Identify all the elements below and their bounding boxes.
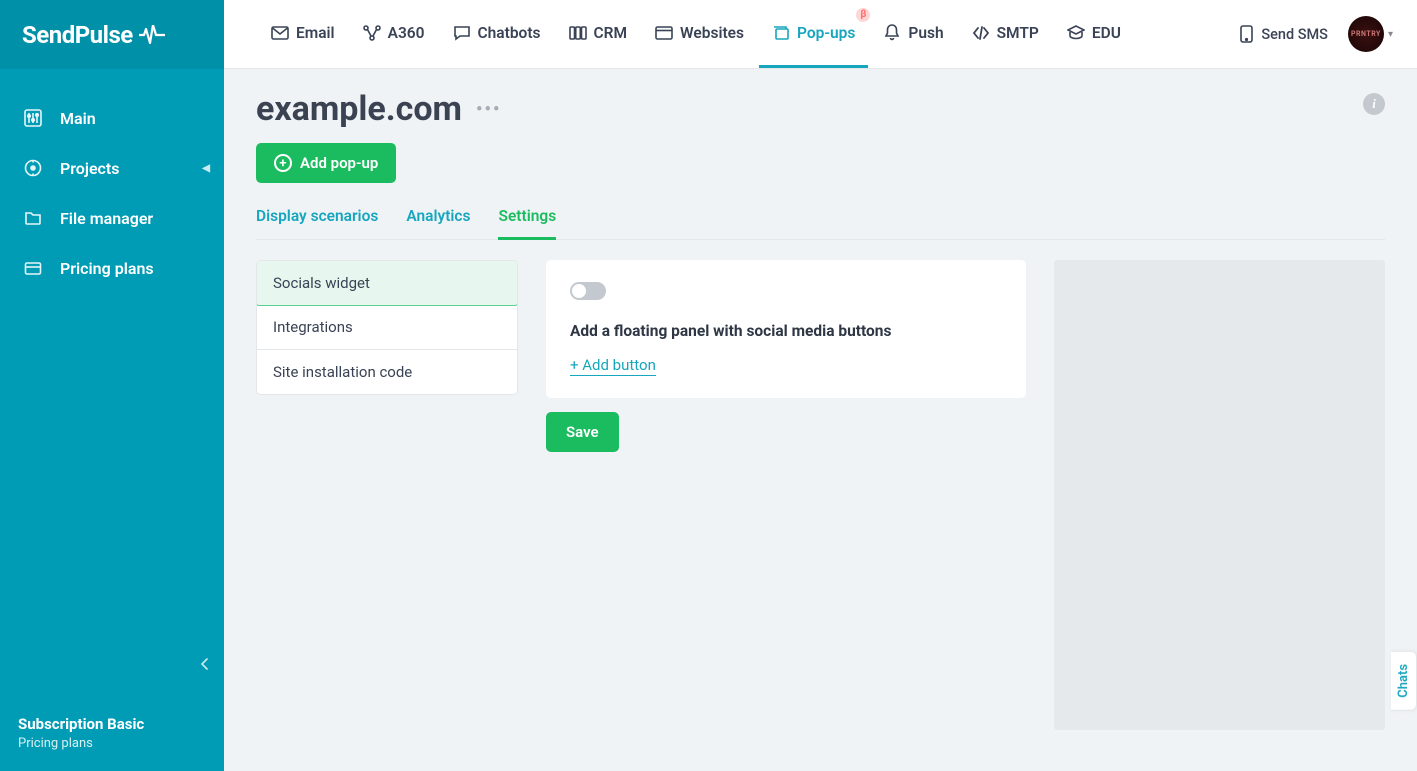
graduation-icon bbox=[1067, 24, 1085, 42]
pulse-icon bbox=[139, 25, 165, 45]
settings-nav-socials[interactable]: Socials widget bbox=[256, 260, 518, 306]
topnav-item-websites[interactable]: Websites bbox=[642, 0, 757, 68]
send-sms-link[interactable]: Send SMS bbox=[1240, 25, 1328, 43]
topnav-label: Email bbox=[296, 24, 335, 42]
topnav-label: Websites bbox=[680, 24, 744, 42]
subscription-label: Subscription Basic bbox=[18, 715, 206, 733]
sidebar-item-file-manager[interactable]: File manager bbox=[0, 193, 224, 243]
target-icon bbox=[22, 157, 44, 179]
topnav-label: SMTP bbox=[997, 24, 1039, 42]
sidebar-item-label: Pricing plans bbox=[60, 259, 154, 278]
socials-toggle[interactable] bbox=[570, 282, 606, 300]
page-title: example.com bbox=[256, 89, 462, 129]
topbar: Email A360 Chatbots CRM Websites Pop-ups bbox=[224, 0, 1417, 69]
phone-icon bbox=[1240, 25, 1253, 43]
preview-pane bbox=[1054, 260, 1385, 730]
envelope-icon bbox=[271, 24, 289, 42]
topnav-label: Chatbots bbox=[478, 24, 541, 42]
topnav-label: EDU bbox=[1092, 24, 1121, 42]
sliders-icon bbox=[22, 107, 44, 129]
sidebar-item-label: Projects bbox=[60, 159, 120, 178]
sidebar-item-label: File manager bbox=[60, 209, 153, 228]
send-sms-label: Send SMS bbox=[1261, 26, 1328, 43]
page-tabs: Display scenarios Analytics Settings bbox=[256, 207, 1385, 240]
bell-icon bbox=[883, 24, 901, 42]
topnav-label: Pop-ups bbox=[797, 24, 855, 42]
topnav-item-popups[interactable]: Pop-ups β bbox=[759, 0, 868, 68]
chevron-left-icon: ◀ bbox=[202, 163, 210, 174]
topnav-item-edu[interactable]: EDU bbox=[1054, 0, 1134, 68]
topnav-item-email[interactable]: Email bbox=[258, 0, 348, 68]
chevron-left-icon bbox=[200, 658, 210, 670]
topnav-item-crm[interactable]: CRM bbox=[556, 0, 641, 68]
caret-down-icon: ▾ bbox=[1388, 29, 1393, 40]
sidebar-item-pricing[interactable]: Pricing plans bbox=[0, 243, 224, 293]
chat-icon bbox=[453, 24, 471, 42]
brand-name: SendPulse bbox=[22, 21, 133, 49]
settings-panel-column: Add a floating panel with social media b… bbox=[546, 260, 1026, 452]
socials-heading: Add a floating panel with social media b… bbox=[570, 322, 1002, 340]
save-button[interactable]: Save bbox=[546, 412, 619, 452]
topnav-label: CRM bbox=[594, 24, 628, 42]
sidebar-item-main[interactable]: Main bbox=[0, 93, 224, 143]
code-icon bbox=[972, 24, 990, 42]
topnav-item-smtp[interactable]: SMTP bbox=[959, 0, 1052, 68]
columns-icon bbox=[569, 24, 587, 42]
tab-analytics[interactable]: Analytics bbox=[406, 207, 470, 240]
page-content: i example.com ••• + Add pop-up Display s… bbox=[224, 69, 1417, 771]
browser-icon bbox=[655, 24, 673, 42]
info-icon[interactable]: i bbox=[1363, 93, 1385, 115]
sidebar: SendPulse Main Projects ◀ File manager bbox=[0, 0, 224, 771]
subscription-footer: Subscription Basic Pricing plans bbox=[0, 715, 224, 771]
add-popup-button[interactable]: + Add pop-up bbox=[256, 143, 396, 183]
add-popup-label: Add pop-up bbox=[300, 154, 378, 172]
tab-display-scenarios[interactable]: Display scenarios bbox=[256, 207, 378, 240]
pricing-link[interactable]: Pricing plans bbox=[18, 736, 206, 751]
topnav-item-push[interactable]: Push bbox=[870, 0, 956, 68]
chats-side-tab[interactable]: Chats bbox=[1391, 651, 1417, 711]
tab-settings[interactable]: Settings bbox=[498, 207, 556, 240]
top-nav: Email A360 Chatbots CRM Websites Pop-ups bbox=[258, 0, 1134, 68]
flow-icon bbox=[363, 24, 381, 42]
sidebar-collapse-button[interactable] bbox=[194, 653, 216, 675]
layers-icon bbox=[772, 24, 790, 42]
card-icon bbox=[22, 257, 44, 279]
topnav-item-chatbots[interactable]: Chatbots bbox=[440, 0, 554, 68]
topnav-label: Push bbox=[908, 24, 943, 42]
folder-icon bbox=[22, 207, 44, 229]
beta-badge: β bbox=[856, 8, 870, 22]
socials-widget-card: Add a floating panel with social media b… bbox=[546, 260, 1026, 398]
topnav-item-a360[interactable]: A360 bbox=[350, 0, 438, 68]
plus-circle-icon: + bbox=[274, 154, 292, 172]
account-menu[interactable]: PRNTRY ▾ bbox=[1348, 16, 1393, 52]
sidebar-item-label: Main bbox=[60, 109, 96, 128]
more-actions-button[interactable]: ••• bbox=[476, 99, 501, 120]
sidebar-item-projects[interactable]: Projects ◀ bbox=[0, 143, 224, 193]
settings-nav-integrations[interactable]: Integrations bbox=[257, 305, 517, 350]
settings-row: Socials widget Integrations Site install… bbox=[256, 260, 1385, 730]
topnav-label: A360 bbox=[388, 24, 425, 42]
page-header: example.com ••• bbox=[256, 89, 1385, 129]
settings-nav: Socials widget Integrations Site install… bbox=[256, 260, 518, 395]
settings-nav-install-code[interactable]: Site installation code bbox=[257, 350, 517, 394]
brand-logo[interactable]: SendPulse bbox=[0, 0, 224, 69]
main-area: Email A360 Chatbots CRM Websites Pop-ups bbox=[224, 0, 1417, 771]
sidebar-nav: Main Projects ◀ File manager Pricing pla… bbox=[0, 69, 224, 715]
avatar: PRNTRY bbox=[1348, 16, 1384, 52]
add-button-link[interactable]: + Add button bbox=[570, 356, 656, 376]
